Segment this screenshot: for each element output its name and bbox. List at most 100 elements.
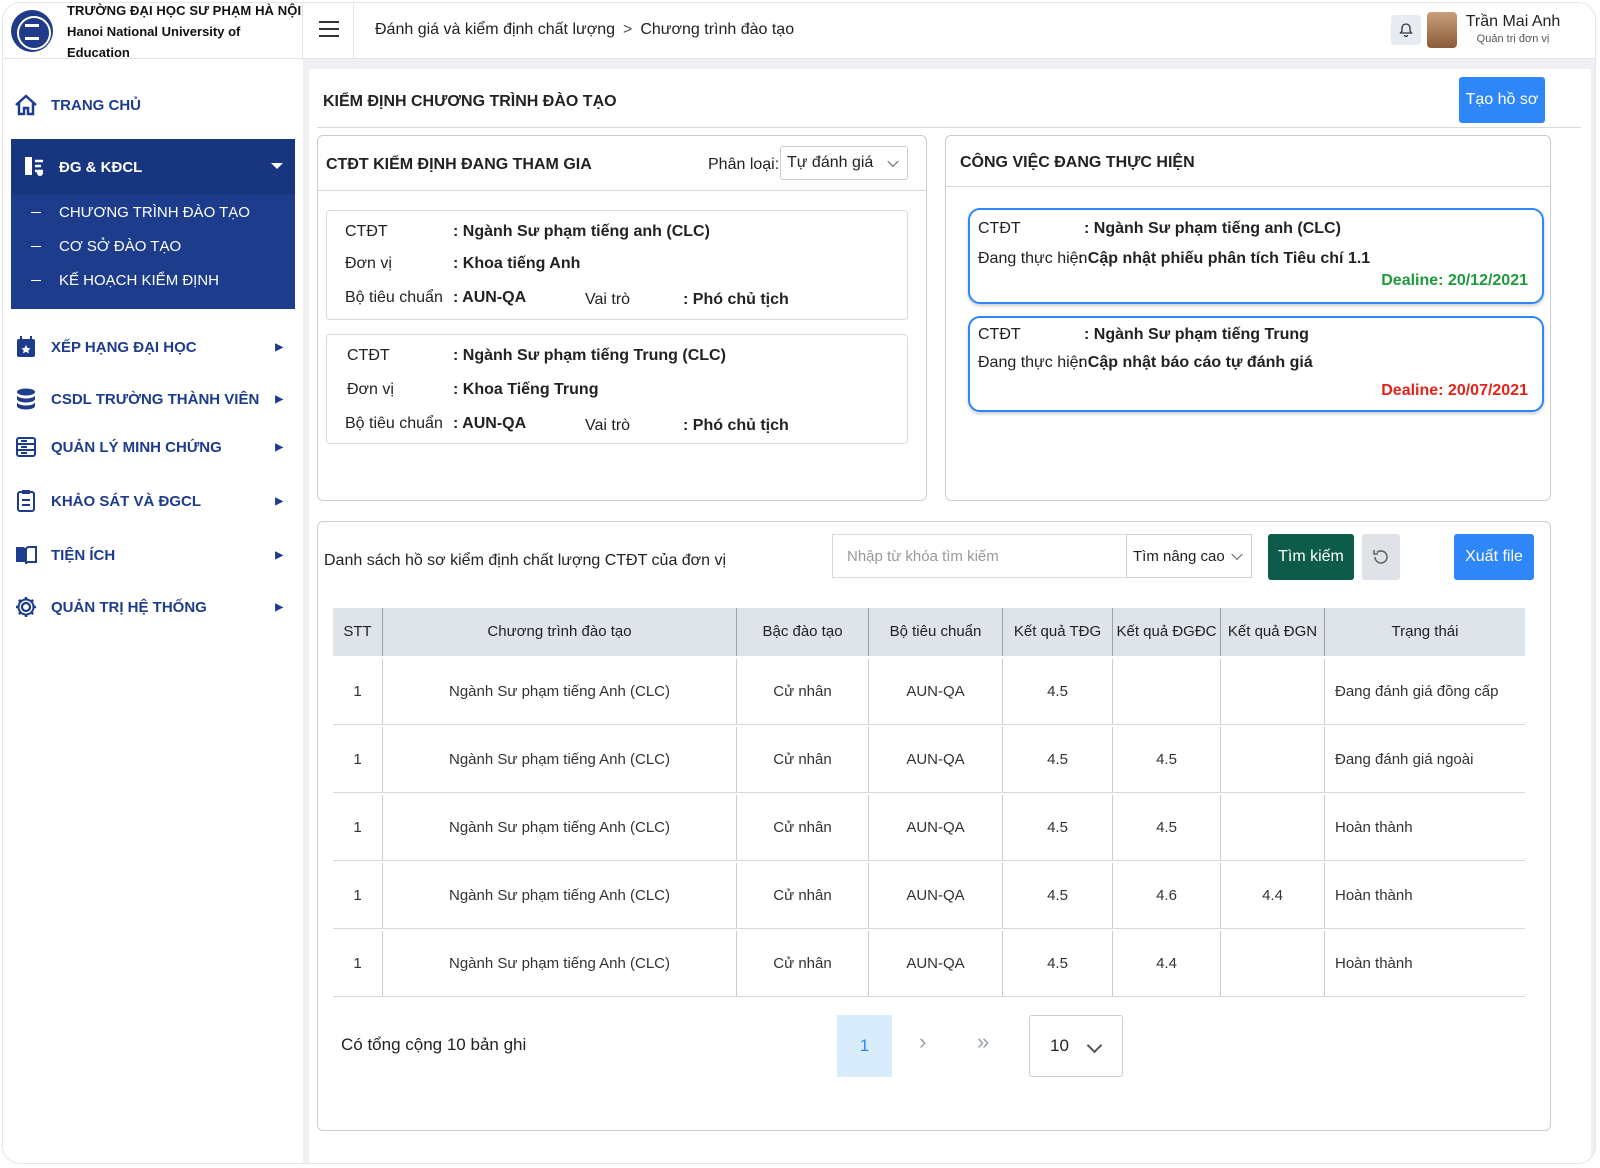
standard-label: Bộ tiêu chuẩn bbox=[345, 289, 443, 306]
standard-label: Bộ tiêu chuẩn bbox=[345, 415, 443, 432]
total-records: Có tổng cộng 10 bản ghi bbox=[341, 1035, 527, 1054]
role-value: : Phó chủ tịch bbox=[683, 291, 789, 308]
table-cell: Đang đánh giá đồng cấp bbox=[1325, 659, 1525, 724]
main-content: KIỂM ĐỊNH CHƯƠNG TRÌNH ĐÀO TẠO Tạo hồ sơ… bbox=[309, 69, 1591, 1163]
calendar-star-icon bbox=[13, 334, 39, 360]
chevron-right-icon: ▶ bbox=[275, 441, 283, 453]
table-cell: 4.5 bbox=[1003, 795, 1113, 860]
task-doing-label: Đang thực hiện bbox=[978, 354, 1088, 371]
column-header[interactable]: STT bbox=[333, 608, 383, 656]
search-input[interactable]: Nhập từ khóa tìm kiếm bbox=[832, 534, 1128, 578]
column-header[interactable]: Kết quả TĐG bbox=[1003, 608, 1113, 656]
sidebar-item-evidence[interactable]: QUẢN LÝ MINH CHỨNG ▶ bbox=[11, 427, 295, 467]
quality-icon bbox=[23, 155, 47, 179]
table-row[interactable]: 1 Ngành Sư phạm tiếng Anh (CLC) Cử nhân AUN… bbox=[333, 659, 1525, 724]
table-cell: 4.5 bbox=[1003, 727, 1113, 792]
table-cell bbox=[1221, 931, 1325, 996]
sidebar-subitem-program[interactable]: CHƯƠNG TRÌNH ĐÀO TẠO bbox=[11, 195, 295, 229]
table-cell: 4.5 bbox=[1003, 931, 1113, 996]
home-icon bbox=[13, 92, 39, 118]
brand[interactable]: TRƯỜNG ĐẠI HỌC SƯ PHẠM HÀ NỘI Hanoi Nati… bbox=[3, 3, 303, 60]
database-icon bbox=[13, 386, 39, 412]
column-header[interactable]: Bộ tiêu chuẩn bbox=[869, 608, 1003, 656]
chevron-down-icon bbox=[1231, 548, 1243, 561]
table-row[interactable]: 1 Ngành Sư phạm tiếng Anh (CLC) Cử nhân AUN… bbox=[333, 795, 1525, 860]
table-cell: AUN-QA bbox=[869, 863, 1003, 928]
column-header[interactable]: Kết quả ĐGN bbox=[1221, 608, 1325, 656]
table-cell: Cử nhân bbox=[737, 795, 869, 860]
sidebar-item-label: XẾP HẠNG ĐẠI HỌC bbox=[51, 338, 197, 356]
export-file-button[interactable]: Xuất file bbox=[1454, 534, 1534, 580]
sidebar-item-ranking[interactable]: XẾP HẠNG ĐẠI HỌC ▶ bbox=[11, 327, 295, 367]
column-header[interactable]: Chương trình đào tạo bbox=[383, 608, 737, 656]
clipboard-icon bbox=[13, 488, 39, 514]
hamburger-menu-icon[interactable] bbox=[319, 21, 339, 39]
user-avatar[interactable] bbox=[1427, 12, 1457, 48]
header-divider bbox=[353, 3, 354, 59]
task-program-label: CTĐT bbox=[978, 326, 1021, 343]
standard-value: : AUN-QA bbox=[453, 289, 527, 306]
page-size-value: 10 bbox=[1050, 1036, 1069, 1055]
table-cell: 4.5 bbox=[1003, 863, 1113, 928]
task-program-value: : Ngành Sư phạm tiếng Trung bbox=[1084, 326, 1309, 343]
column-header[interactable]: Kết quả ĐGĐC bbox=[1113, 608, 1221, 656]
sidebar-item-utilities[interactable]: TIỆN ÍCH ▶ bbox=[11, 535, 295, 575]
task-card[interactable]: CTĐT : Ngành Sư phạm tiếng Trung Đang th… bbox=[968, 316, 1544, 412]
program-card[interactable]: CTĐT : Ngành Sư phạm tiếng Trung (CLC) Đ… bbox=[326, 334, 908, 444]
top-header: TRƯỜNG ĐẠI HỌC SƯ PHẠM HÀ NỘI Hanoi Nati… bbox=[3, 3, 1595, 60]
chevron-right-icon: ▶ bbox=[275, 549, 283, 561]
table-cell: 4.5 bbox=[1113, 795, 1221, 860]
column-header[interactable]: Trạng thái bbox=[1325, 608, 1525, 656]
table-row[interactable]: 1 Ngành Sư phạm tiếng Anh (CLC) Cử nhân AUN… bbox=[333, 863, 1525, 928]
breadcrumb-parent[interactable]: Đánh giá và kiểm định chất lượng bbox=[375, 21, 615, 39]
task-program-label: CTĐT bbox=[978, 220, 1021, 237]
sidebar-item-label: CSDL TRƯỜNG THÀNH VIÊN bbox=[51, 390, 260, 408]
role-label: Vai trò bbox=[585, 291, 631, 308]
search-placeholder: Nhập từ khóa tìm kiếm bbox=[847, 547, 999, 565]
sidebar-subitem-plan[interactable]: KẾ HOẠCH KIỂM ĐỊNH bbox=[11, 263, 295, 297]
chevron-down-icon bbox=[1086, 1037, 1103, 1054]
classification-select[interactable]: Tự đánh giá bbox=[780, 146, 908, 180]
book-icon bbox=[13, 542, 39, 568]
sidebar-item-member-db[interactable]: CSDL TRƯỜNG THÀNH VIÊN ▶ bbox=[11, 379, 295, 419]
create-record-button[interactable]: Tạo hồ sơ bbox=[1459, 77, 1545, 123]
sidebar-item-label: TRANG CHỦ bbox=[51, 96, 141, 114]
table-cell: AUN-QA bbox=[869, 931, 1003, 996]
sidebar-subitem-facility[interactable]: CƠ SỞ ĐÀO TẠO bbox=[11, 229, 295, 263]
table-cell: Ngành Sư phạm tiếng Anh (CLC) bbox=[383, 863, 737, 928]
user-info[interactable]: Trần Mai Anh Quản trị đơn vị bbox=[1463, 13, 1563, 45]
programs-panel: CTĐT KIỂM ĐỊNH ĐANG THAM GIA Phân loại: … bbox=[317, 135, 927, 501]
page-size-select[interactable]: 10 bbox=[1029, 1015, 1123, 1077]
task-program-value: : Ngành Sư phạm tiếng anh (CLC) bbox=[1084, 220, 1341, 237]
table-row[interactable]: 1 Ngành Sư phạm tiếng Anh (CLC) Cử nhân AUN… bbox=[333, 931, 1525, 996]
table-cell: Ngành Sư phạm tiếng Anh (CLC) bbox=[383, 659, 737, 724]
table-header-row: STT Chương trình đào tạo Bậc đào tạo Bộ … bbox=[333, 608, 1525, 656]
advanced-search-select[interactable]: Tìm nâng cao bbox=[1126, 534, 1252, 578]
sidebar-item-dg-kdcl[interactable]: ĐG & KĐCL bbox=[11, 139, 295, 195]
table-row[interactable]: 1 Ngành Sư phạm tiếng Anh (CLC) Cử nhân AUN… bbox=[333, 727, 1525, 792]
filter-label: Phân loại: bbox=[708, 156, 780, 173]
breadcrumb: Đánh giá và kiểm định chất lượng > Chươn… bbox=[375, 21, 794, 39]
sidebar-item-label: QUẢN TRỊ HỆ THỐNG bbox=[51, 598, 207, 616]
notification-bell-icon[interactable] bbox=[1391, 15, 1421, 45]
sidebar-item-system-admin[interactable]: QUẢN TRỊ HỆ THỐNG ▶ bbox=[11, 587, 295, 627]
column-header[interactable]: Bậc đào tạo bbox=[737, 608, 869, 656]
standard-value: : AUN-QA bbox=[453, 415, 527, 432]
records-table: STT Chương trình đào tạo Bậc đào tạo Bộ … bbox=[333, 605, 1525, 999]
task-card[interactable]: CTĐT : Ngành Sư phạm tiếng anh (CLC) Đan… bbox=[968, 208, 1544, 304]
program-card[interactable]: CTĐT : Ngành Sư phạm tiếng anh (CLC) Đơn… bbox=[326, 210, 908, 320]
program-label: CTĐT bbox=[345, 223, 388, 240]
table-cell: AUN-QA bbox=[869, 727, 1003, 792]
pagination-page-1[interactable]: 1 bbox=[837, 1015, 892, 1077]
next-page-icon[interactable]: › bbox=[919, 1029, 926, 1055]
task-deadline: Dealine: 20/07/2021 bbox=[1381, 382, 1528, 399]
table-cell: Cử nhân bbox=[737, 659, 869, 724]
title-divider bbox=[317, 127, 1581, 128]
sidebar-item-survey[interactable]: KHẢO SÁT VÀ ĐGCL ▶ bbox=[11, 481, 295, 521]
last-page-icon[interactable]: » bbox=[977, 1029, 989, 1055]
chevron-right-icon: ▶ bbox=[275, 495, 283, 507]
app-window: TRƯỜNG ĐẠI HỌC SƯ PHẠM HÀ NỘI Hanoi Nati… bbox=[2, 2, 1596, 1164]
refresh-icon[interactable] bbox=[1362, 534, 1400, 580]
search-button[interactable]: Tìm kiếm bbox=[1268, 534, 1354, 580]
sidebar-item-home[interactable]: TRANG CHỦ bbox=[11, 85, 295, 125]
